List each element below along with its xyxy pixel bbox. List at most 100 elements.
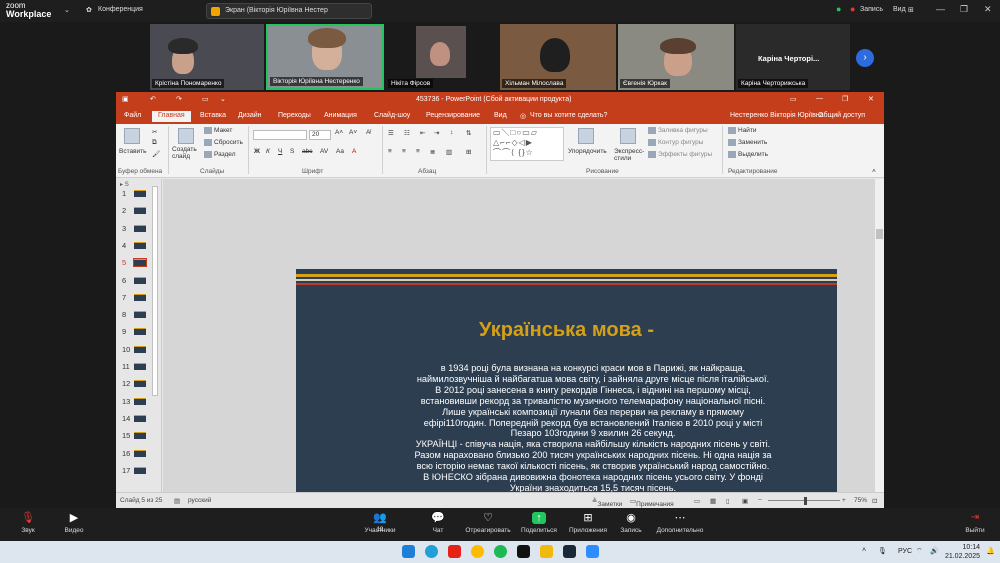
zoom-out-icon[interactable]: − bbox=[758, 497, 762, 504]
change-case-icon[interactable]: Aa bbox=[336, 148, 344, 155]
slide-thumbnail[interactable]: 13 bbox=[120, 395, 160, 407]
thumbnails-scrollbar[interactable] bbox=[152, 186, 158, 396]
slide-thumbnail[interactable]: 15 bbox=[120, 429, 160, 441]
columns-icon[interactable]: ▥ bbox=[446, 148, 452, 156]
chevron-down-icon[interactable]: ⌄ bbox=[64, 6, 70, 14]
input-language[interactable]: РУС bbox=[898, 548, 912, 555]
language-indicator[interactable]: русский bbox=[188, 497, 211, 504]
tab-transitions[interactable]: Переходы bbox=[278, 112, 311, 119]
numbering-icon[interactable]: ☷ bbox=[404, 129, 410, 137]
ppt-close-icon[interactable]: ✕ bbox=[868, 95, 874, 103]
tab-animations[interactable]: Анимация bbox=[324, 112, 357, 119]
shape-effects-button[interactable]: Эффекты фигуры bbox=[648, 151, 712, 158]
slide-thumbnail[interactable]: 14 bbox=[120, 412, 160, 424]
arrange-icon[interactable] bbox=[578, 128, 594, 144]
leave-button[interactable]: ⇥ Выйти bbox=[955, 512, 995, 534]
zoom-level[interactable]: 75% bbox=[854, 497, 867, 504]
taskbar-clock[interactable]: 10:14 21.02.2025 bbox=[944, 543, 980, 561]
slide-thumbnail[interactable]: 16 bbox=[120, 447, 160, 459]
outdent-icon[interactable]: ⇥ bbox=[434, 129, 439, 137]
new-slide-icon[interactable] bbox=[178, 128, 194, 144]
more-button[interactable]: ⋯ Дополнительно bbox=[652, 512, 708, 534]
collapse-ribbon-icon[interactable]: ˄ bbox=[872, 168, 876, 175]
record-label[interactable]: Запись bbox=[860, 6, 883, 13]
participant-tile[interactable]: Крістіна Пономаренко bbox=[150, 24, 264, 90]
bullets-icon[interactable]: ☰ bbox=[388, 129, 394, 137]
redo-icon[interactable]: ↷ bbox=[176, 95, 182, 103]
cut-icon[interactable]: ✂ bbox=[152, 128, 157, 136]
tab-file[interactable]: Файл bbox=[124, 112, 141, 119]
fit-slide-icon[interactable]: ⊡ bbox=[872, 497, 877, 505]
shape-outline-button[interactable]: Контур фигуры bbox=[648, 139, 703, 146]
tab-insert[interactable]: Вставка bbox=[200, 112, 226, 119]
youtube-icon[interactable] bbox=[448, 545, 461, 558]
share-screen-pill[interactable]: Экран (Вікторія Юріївна Нестер bbox=[206, 3, 372, 19]
participant-tile[interactable]: Євгенія Юркак bbox=[618, 24, 734, 90]
tray-mic-icon[interactable]: 🎙 bbox=[878, 547, 887, 555]
slide-title[interactable]: Українська мова - bbox=[296, 319, 837, 342]
view-grid-icon[interactable]: ⊞ bbox=[908, 6, 914, 14]
strikethrough-icon[interactable]: abc bbox=[302, 148, 312, 155]
ppt-minimize-icon[interactable]: — bbox=[816, 95, 823, 102]
security-shield-icon[interactable]: ● bbox=[836, 4, 841, 14]
align-right-icon[interactable]: ≡ bbox=[416, 148, 420, 155]
participant-tile[interactable]: Хільман Мілослава bbox=[500, 24, 616, 90]
share-button[interactable]: Общий доступ bbox=[818, 112, 865, 119]
font-name-combo[interactable] bbox=[253, 130, 307, 140]
chrome-icon[interactable] bbox=[471, 545, 484, 558]
maximize-icon[interactable]: ❐ bbox=[960, 4, 968, 15]
spellcheck-icon[interactable]: ▤ bbox=[174, 497, 180, 505]
arrange-button[interactable]: Упорядочить bbox=[568, 148, 607, 155]
find-button[interactable]: Найти bbox=[728, 127, 757, 134]
meeting-label[interactable]: Конференция bbox=[98, 6, 143, 13]
italic-icon[interactable]: К bbox=[266, 148, 270, 155]
select-button[interactable]: Выделить bbox=[728, 151, 768, 158]
align-center-icon[interactable]: ≡ bbox=[402, 148, 406, 155]
next-page-arrow-icon[interactable]: › bbox=[856, 49, 874, 67]
notifications-icon[interactable]: 🔔 bbox=[986, 547, 995, 555]
tab-review[interactable]: Рецензирование bbox=[426, 112, 480, 119]
layout-button[interactable]: Макет bbox=[204, 127, 232, 134]
slide-thumbnail[interactable]: 17 bbox=[120, 464, 160, 476]
tray-expand-icon[interactable]: ˄ bbox=[862, 547, 866, 554]
smartart-icon[interactable]: ⊞ bbox=[466, 148, 471, 156]
bold-icon[interactable]: Ж bbox=[254, 148, 260, 155]
normal-view-icon[interactable]: ▭ bbox=[694, 497, 700, 505]
section-button[interactable]: Раздел bbox=[204, 151, 235, 158]
paste-button[interactable]: Вставить bbox=[119, 148, 147, 155]
reset-button[interactable]: Сбросить bbox=[204, 139, 243, 146]
undo-icon[interactable]: ↶ bbox=[150, 95, 156, 103]
record-button[interactable]: ◉ Запись bbox=[603, 512, 659, 534]
paste-icon[interactable] bbox=[124, 128, 140, 144]
close-icon[interactable]: ✕ bbox=[984, 4, 992, 15]
notes-button[interactable]: ≜ Заметки bbox=[592, 497, 622, 508]
react-button[interactable]: ♡ Отреагировать bbox=[460, 512, 516, 534]
spotify-icon[interactable] bbox=[494, 545, 507, 558]
customize-qat-icon[interactable]: ⌄ bbox=[220, 95, 226, 103]
participant-tile[interactable]: Нікіта Фірсов bbox=[386, 24, 498, 90]
clear-formatting-icon[interactable]: A̸ bbox=[366, 129, 370, 136]
volume-icon[interactable]: 🔊 bbox=[930, 547, 939, 555]
slide-canvas[interactable]: Українська мова - в 1934 році була визна… bbox=[296, 269, 837, 508]
participant-tile-active-speaker[interactable]: Вікторія Юріївна Нестеренко bbox=[266, 24, 384, 90]
line-spacing-icon[interactable]: ↕ bbox=[450, 129, 453, 136]
font-grow-icon[interactable]: A˄ bbox=[335, 129, 343, 136]
ppt-restore-icon[interactable]: ❐ bbox=[842, 95, 848, 103]
font-color-icon[interactable]: A bbox=[352, 148, 356, 155]
zoom-in-icon[interactable]: + bbox=[842, 497, 846, 504]
editor-vertical-scrollbar[interactable] bbox=[875, 179, 884, 492]
ribbon-display-icon[interactable]: ▭ bbox=[790, 95, 797, 103]
font-shrink-icon[interactable]: A˅ bbox=[349, 129, 357, 136]
windows-start-icon[interactable] bbox=[402, 545, 415, 558]
participant-tile[interactable]: Каріна Черторі... Каріна Черторижська bbox=[736, 24, 850, 90]
tiktok-icon[interactable] bbox=[517, 545, 530, 558]
slideshow-view-icon[interactable]: ▣ bbox=[742, 497, 748, 505]
shapes-gallery[interactable]: ▭＼□○▭▱ △⌐⌐◇◁▶ ⌒⌒⟨ {}☆ bbox=[490, 127, 564, 161]
participants-button[interactable]: 👥19 Участники bbox=[352, 512, 408, 534]
share-screen-button[interactable]: ↑ Поделиться bbox=[511, 512, 567, 534]
user-name[interactable]: Нестеренко Вікторія Юріївна bbox=[730, 112, 824, 119]
quick-styles-icon[interactable] bbox=[620, 128, 636, 144]
slide-body-text[interactable]: в 1934 році була визнана на конкурсі кра… bbox=[386, 363, 800, 505]
shape-fill-button[interactable]: Заливка фигуры bbox=[648, 127, 708, 134]
indent-icon[interactable]: ⇤ bbox=[420, 129, 425, 137]
